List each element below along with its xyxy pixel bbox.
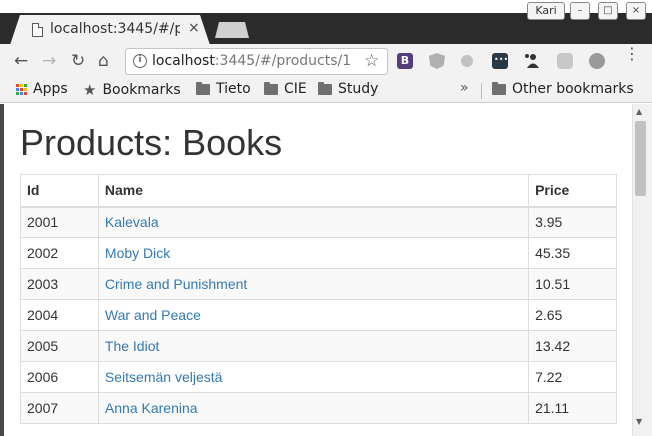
cell-price: 2.65 xyxy=(528,299,617,331)
cell-name: Anna Karenina xyxy=(97,392,530,424)
scroll-down-arrow-icon[interactable]: ▼ xyxy=(636,417,642,426)
products-table: Id Name Price 2001 Kalevala 3.95 2002 Moby D… xyxy=(20,174,617,424)
cell-id: 2006 xyxy=(20,361,99,393)
table-row: 2002 Moby Dick 45.35 xyxy=(20,237,617,269)
folder-icon xyxy=(492,81,506,95)
balloon-extension-icon[interactable] xyxy=(589,53,605,69)
table-row: 2007 Anna Karenina 21.11 xyxy=(20,392,617,424)
page-title: Products: Books xyxy=(20,122,283,163)
folder-icon xyxy=(264,81,278,95)
cell-price: 21.11 xyxy=(528,392,617,424)
cell-price: 45.35 xyxy=(528,237,617,269)
cell-name: Moby Dick xyxy=(97,237,530,269)
page-viewport: Products: Books Id Name Price 2001 Kaleva… xyxy=(0,104,632,436)
profile-button[interactable]: Kari xyxy=(527,2,565,20)
bookmark-apps-label: Apps xyxy=(33,81,68,97)
tab-close-icon[interactable]: × xyxy=(188,20,200,36)
bookmark-bookmarks[interactable]: ★ Bookmarks xyxy=(83,81,181,99)
bookmark-apps[interactable]: Apps xyxy=(16,81,68,97)
bookmark-folder-cie[interactable]: CIE xyxy=(264,81,307,97)
new-tab-button[interactable] xyxy=(215,22,249,38)
cell-id: 2001 xyxy=(20,206,99,238)
minimize-button[interactable]: – xyxy=(570,2,590,20)
site-info-icon[interactable]: i xyxy=(133,54,147,68)
product-link[interactable]: Moby Dick xyxy=(105,245,170,261)
cell-id: 2007 xyxy=(20,392,99,424)
home-icon[interactable]: ⌂ xyxy=(98,51,109,71)
scroll-up-arrow-icon[interactable]: ▲ xyxy=(636,107,642,116)
address-url[interactable]: localhost:3445/#/products/1 xyxy=(152,53,351,69)
product-link[interactable]: Kalevala xyxy=(105,214,159,230)
cell-name: Kalevala xyxy=(97,206,530,238)
bookmarks-overflow-icon[interactable]: » xyxy=(460,80,469,96)
table-row: 2001 Kalevala 3.95 xyxy=(20,206,617,238)
folder-icon xyxy=(196,81,210,95)
bookmark-folder-study[interactable]: Study xyxy=(318,81,378,97)
reload-icon[interactable]: ↻ xyxy=(71,51,85,71)
cell-name: War and Peace xyxy=(97,299,530,331)
page-favicon-icon xyxy=(32,23,43,37)
bookmark-folder-label: CIE xyxy=(284,81,307,97)
cell-name: Crime and Punishment xyxy=(97,268,530,300)
column-header-name: Name xyxy=(97,174,530,208)
bookmark-folder-tieto[interactable]: Tieto xyxy=(196,81,251,97)
table-header-row: Id Name Price xyxy=(20,174,617,208)
tab-title[interactable]: localhost:3445/#/p xyxy=(50,21,180,37)
cell-name: The Idiot xyxy=(97,330,530,362)
lightbulb-icon[interactable] xyxy=(461,55,473,67)
bookmarks-divider xyxy=(481,83,482,99)
maximize-button[interactable]: □ xyxy=(598,2,618,20)
column-header-price: Price xyxy=(528,174,617,208)
cell-price: 13.42 xyxy=(528,330,617,362)
cell-id: 2004 xyxy=(20,299,99,331)
table-row: 2003 Crime and Punishment 10.51 xyxy=(20,268,617,300)
forward-arrow-icon[interactable]: → xyxy=(42,51,56,71)
star-icon: ★ xyxy=(83,81,97,99)
bookmark-folder-label: Study xyxy=(338,81,379,97)
table-row: 2006 Seitsemän veljestä 7.22 xyxy=(20,361,617,393)
folder-icon xyxy=(318,81,332,95)
back-arrow-icon[interactable]: ← xyxy=(14,51,28,71)
cell-id: 2005 xyxy=(20,330,99,362)
cell-price: 3.95 xyxy=(528,206,617,238)
cell-price: 10.51 xyxy=(528,268,617,300)
product-link[interactable]: Crime and Punishment xyxy=(105,276,247,292)
close-window-button[interactable]: × xyxy=(626,2,646,20)
cell-id: 2003 xyxy=(20,268,99,300)
chat-extension-icon[interactable] xyxy=(557,53,573,69)
dots-extension-icon[interactable] xyxy=(492,53,508,69)
table-row: 2005 The Idiot 13.42 xyxy=(20,330,617,362)
bookmark-other-label: Other bookmarks xyxy=(512,81,634,97)
scrollbar-thumb[interactable] xyxy=(635,121,646,196)
cell-price: 7.22 xyxy=(528,361,617,393)
apps-grid-icon xyxy=(16,83,27,95)
table-row: 2004 War and Peace 2.65 xyxy=(20,299,617,331)
cell-id: 2002 xyxy=(20,237,99,269)
person-extension-icon[interactable] xyxy=(524,53,540,69)
product-link[interactable]: War and Peace xyxy=(105,307,201,323)
cell-name: Seitsemän veljestä xyxy=(97,361,530,393)
bootstrap-icon[interactable]: B xyxy=(397,53,413,69)
bookmark-bookmarks-label: Bookmarks xyxy=(102,82,181,98)
column-header-id: Id xyxy=(20,174,99,208)
product-link[interactable]: Anna Karenina xyxy=(105,400,198,416)
browser-menu-icon[interactable]: ⋮ xyxy=(624,46,640,62)
product-link[interactable]: The Idiot xyxy=(105,338,159,354)
bookmark-star-icon[interactable]: ☆ xyxy=(364,51,379,71)
bookmark-other[interactable]: Other bookmarks xyxy=(492,81,634,97)
product-link[interactable]: Seitsemän veljestä xyxy=(105,369,223,385)
bookmark-folder-label: Tieto xyxy=(216,81,251,97)
